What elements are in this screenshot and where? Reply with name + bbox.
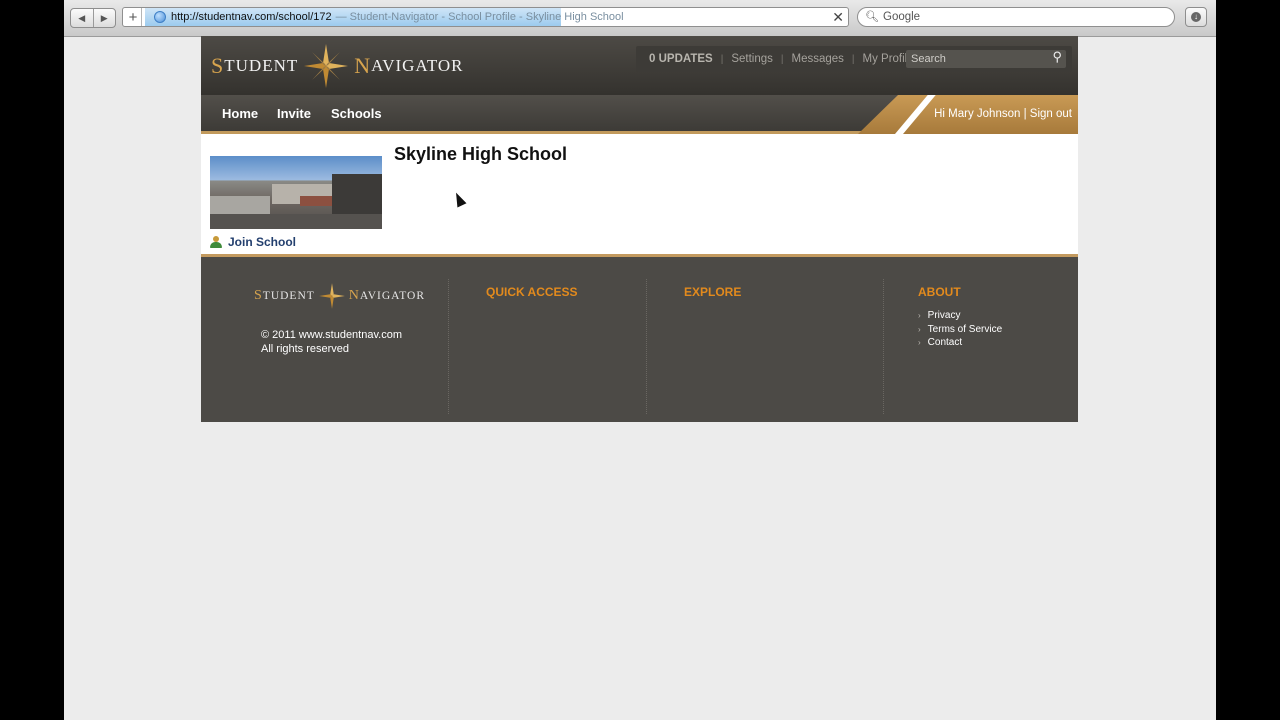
back-icon[interactable]: ◀ xyxy=(71,9,93,27)
site-header: Student Navigator 0 UPDATES | Settings | xyxy=(201,36,1078,95)
explore-heading: EXPLORE xyxy=(684,285,742,299)
nav-home[interactable]: Home xyxy=(222,106,258,121)
address-bar[interactable]: + http://studentnav.com/school/172— Stud… xyxy=(122,7,849,27)
globe-icon xyxy=(154,11,166,23)
bullet: › xyxy=(918,311,921,320)
separator: | xyxy=(780,53,784,65)
link-label: Terms of Service xyxy=(927,323,1003,335)
school-photo xyxy=(210,156,382,229)
quick-access-heading: QUICK ACCESS xyxy=(486,285,578,299)
sign-out-link[interactable]: Sign out xyxy=(1030,108,1072,120)
mouse-cursor xyxy=(451,190,467,208)
separator: | xyxy=(720,53,724,65)
logo-word: avigator xyxy=(371,56,464,75)
search-placeholder: Google xyxy=(883,11,921,23)
history-buttons: ◀ ▶ xyxy=(70,8,116,28)
join-user-icon xyxy=(210,236,223,248)
compass-icon xyxy=(304,44,349,88)
compass-icon xyxy=(318,283,345,309)
url: http://studentnav.com/school/172 xyxy=(171,11,332,23)
copyright: © 2011 www.studentnav.com All rights res… xyxy=(261,328,402,356)
copyright-line: © 2011 www.studentnav.com xyxy=(261,329,402,341)
logo-word: tudent xyxy=(224,56,299,75)
logo-word: tudent xyxy=(262,290,315,302)
logo-letter: S xyxy=(254,288,263,303)
greeting-text: Hi Mary Johnson xyxy=(934,108,1021,120)
terms-link[interactable]: › Terms of Service xyxy=(918,323,1002,337)
forward-icon[interactable]: ▶ xyxy=(92,9,116,27)
column-divider xyxy=(448,279,449,414)
nav-invite[interactable]: Invite xyxy=(277,106,311,121)
page-title-text: — Student-Navigator - School Profile - S… xyxy=(335,11,624,23)
copyright-line: All rights reserved xyxy=(261,343,350,355)
browser-window: ◀ ▶ + http://studentnav.com/school/172— … xyxy=(64,0,1216,720)
site-search-placeholder: Search xyxy=(911,53,946,65)
logo-word: avigator xyxy=(359,290,426,302)
search-icon: 🔍︎ xyxy=(865,11,879,23)
user-greeting: Hi Mary Johnson | Sign out xyxy=(934,108,1072,120)
top-links-bar: 0 UPDATES | Settings | Messages | My Pro… xyxy=(636,46,1072,72)
stop-icon[interactable]: ✕ xyxy=(832,9,844,26)
contact-link[interactable]: › Contact xyxy=(918,336,1002,350)
site-search-input[interactable]: Search ⚲ xyxy=(906,49,1066,68)
logo-letter: N xyxy=(354,53,372,78)
browser-toolbar: ◀ ▶ + http://studentnav.com/school/172— … xyxy=(64,0,1216,37)
student-navigator-site: Student Navigator 0 UPDATES | Settings | xyxy=(201,36,1078,422)
main-nav: Home Invite Schools Hi Mary Johnson | Si… xyxy=(201,95,1078,134)
messages-link[interactable]: Messages xyxy=(791,53,843,65)
join-school-label: Join School xyxy=(228,235,297,249)
column-divider xyxy=(646,279,647,414)
join-school-button[interactable]: Join School xyxy=(210,235,296,249)
page-title: Skyline High School xyxy=(394,144,568,164)
separator: | xyxy=(851,53,855,65)
separator: | xyxy=(1023,108,1027,120)
about-links: › Privacy › Terms of Service › Contact xyxy=(918,309,1002,350)
column-divider xyxy=(883,279,884,414)
logo-letter: N xyxy=(348,288,360,303)
download-icon[interactable]: ↓ xyxy=(1185,7,1207,27)
site-logo[interactable]: Student Navigator xyxy=(211,42,511,90)
search-icon[interactable]: ⚲ xyxy=(1052,49,1062,65)
updates-link[interactable]: 0 UPDATES xyxy=(649,53,713,65)
url-text: http://studentnav.com/school/172— Studen… xyxy=(171,11,624,23)
bullet: › xyxy=(918,338,921,347)
browser-search-field[interactable]: 🔍︎ Google xyxy=(857,7,1175,27)
school-profile: Skyline High School Join School xyxy=(201,134,1078,257)
about-heading: ABOUT xyxy=(918,285,961,299)
nav-schools[interactable]: Schools xyxy=(331,106,382,121)
link-label: Privacy xyxy=(927,310,961,321)
add-bookmark-icon[interactable]: + xyxy=(125,8,142,26)
settings-link[interactable]: Settings xyxy=(731,53,773,65)
privacy-link[interactable]: › Privacy xyxy=(918,309,1002,323)
logo-letter: S xyxy=(211,53,225,78)
footer-logo: Student Navigator xyxy=(254,282,425,310)
bullet: › xyxy=(918,324,921,334)
link-label: Contact xyxy=(927,337,963,348)
site-footer: Student Navigator © 2011 www.studentnav.… xyxy=(201,257,1078,422)
